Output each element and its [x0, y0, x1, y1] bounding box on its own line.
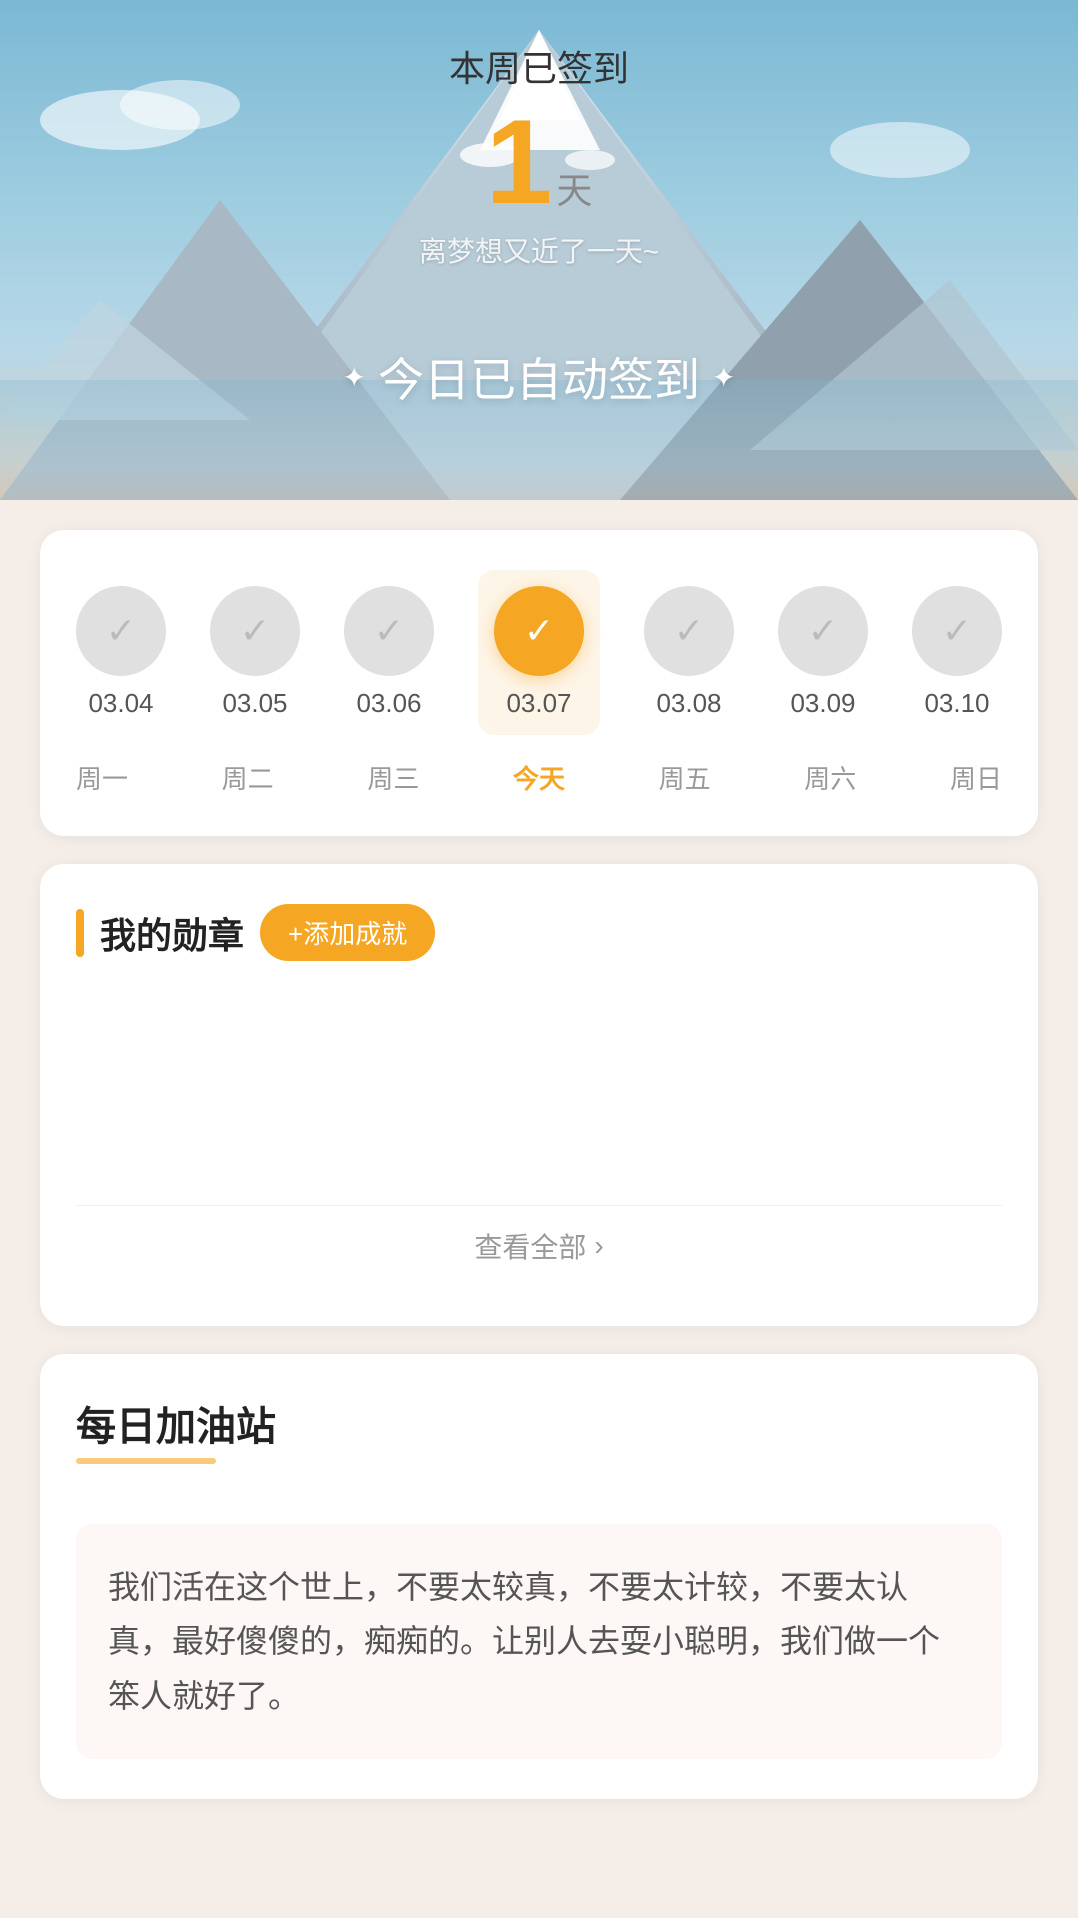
add-achievement-button[interactable]: +添加成就 [260, 904, 435, 961]
sparkle-left-icon: ✦ [343, 361, 366, 394]
check-icon-tue: ✓ [240, 610, 270, 652]
medals-empty-area [76, 985, 1002, 1185]
week-circles-row: ✓ 03.04 ✓ 03.05 ✓ 03.06 ✓ [76, 570, 1002, 735]
hero-subtitle: 离梦想又近了一天~ [419, 230, 659, 270]
chevron-right-icon: › [594, 1230, 603, 1262]
day-circle-today: ✓ [494, 586, 584, 676]
day-item-today: ✓ 03.07 [478, 570, 600, 735]
day-label-mon: 周一 [76, 759, 128, 796]
day-date-sat: 03.09 [790, 688, 855, 719]
hero-days-number: 1 [486, 102, 553, 222]
week-labels-row: 周一 周二 周三 今天 周五 周六 周日 [76, 759, 1002, 796]
day-item-sun: ✓ 03.10 [912, 586, 1002, 719]
daily-title-underline [76, 1458, 216, 1464]
daily-motivation-section: 每日加油站 我们活在这个世上，不要太较真，不要太计较，不要太认真，最好傻傻的，痴… [40, 1354, 1038, 1799]
daily-title: 每日加油站 [76, 1394, 276, 1452]
day-date-fri: 03.08 [656, 688, 721, 719]
hero-section: 本周已签到 1 天 离梦想又近了一天~ ✦ 今日已自动签到 ✦ [0, 0, 1078, 500]
view-all-button[interactable]: 查看全部 › [76, 1205, 1002, 1286]
hero-days-unit: 天 [556, 162, 592, 214]
medals-accent-bar [76, 909, 84, 957]
daily-quote-card: 我们活在这个世上，不要太较真，不要太计较，不要太认真，最好傻傻的，痴痴的。让别人… [76, 1524, 1002, 1759]
day-item-mon: ✓ 03.04 [76, 586, 166, 719]
day-circle-tue: ✓ [210, 586, 300, 676]
sparkle-right-icon: ✦ [712, 361, 735, 394]
day-date-sun: 03.10 [924, 688, 989, 719]
check-icon-fri: ✓ [674, 610, 704, 652]
medals-card: 我的勋章 +添加成就 查看全部 › [40, 864, 1038, 1326]
day-item-tue: ✓ 03.05 [210, 586, 300, 719]
check-icon-mon: ✓ [106, 610, 136, 652]
day-date-mon: 03.04 [88, 688, 153, 719]
hero-weekly-title: 本周已签到 [449, 40, 629, 92]
day-label-tue: 周二 [222, 759, 274, 796]
day-circle-wed: ✓ [344, 586, 434, 676]
check-icon-sat: ✓ [808, 610, 838, 652]
hero-checkin-label: ✦ 今日已自动签到 ✦ [343, 344, 736, 410]
day-item-wed: ✓ 03.06 [344, 586, 434, 719]
hero-days-container: 1 天 [486, 102, 593, 222]
day-circle-fri: ✓ [644, 586, 734, 676]
day-circle-sat: ✓ [778, 586, 868, 676]
day-circle-mon: ✓ [76, 586, 166, 676]
day-label-today: 今天 [513, 759, 565, 796]
day-label-wed: 周三 [367, 759, 419, 796]
day-item-fri: ✓ 03.08 [644, 586, 734, 719]
day-date-today: 03.07 [506, 688, 571, 719]
day-label-sat: 周六 [804, 759, 856, 796]
medals-title: 我的勋章 [100, 907, 244, 959]
daily-quote-text: 我们活在这个世上，不要太较真，不要太计较，不要太认真，最好傻傻的，痴痴的。让别人… [108, 1560, 970, 1723]
day-circle-sun: ✓ [912, 586, 1002, 676]
check-icon-today: ✓ [524, 610, 554, 652]
day-label-fri: 周五 [659, 759, 711, 796]
main-content: ✓ 03.04 ✓ 03.05 ✓ 03.06 ✓ [0, 500, 1078, 1829]
day-label-sun: 周日 [950, 759, 1002, 796]
check-icon-wed: ✓ [374, 610, 404, 652]
day-item-sat: ✓ 03.09 [778, 586, 868, 719]
check-icon-sun: ✓ [942, 610, 972, 652]
medals-section-header: 我的勋章 +添加成就 [76, 904, 1002, 961]
view-all-label: 查看全部 [474, 1226, 586, 1266]
day-date-wed: 03.06 [356, 688, 421, 719]
week-checkin-card: ✓ 03.04 ✓ 03.05 ✓ 03.06 ✓ [40, 530, 1038, 836]
day-date-tue: 03.05 [222, 688, 287, 719]
